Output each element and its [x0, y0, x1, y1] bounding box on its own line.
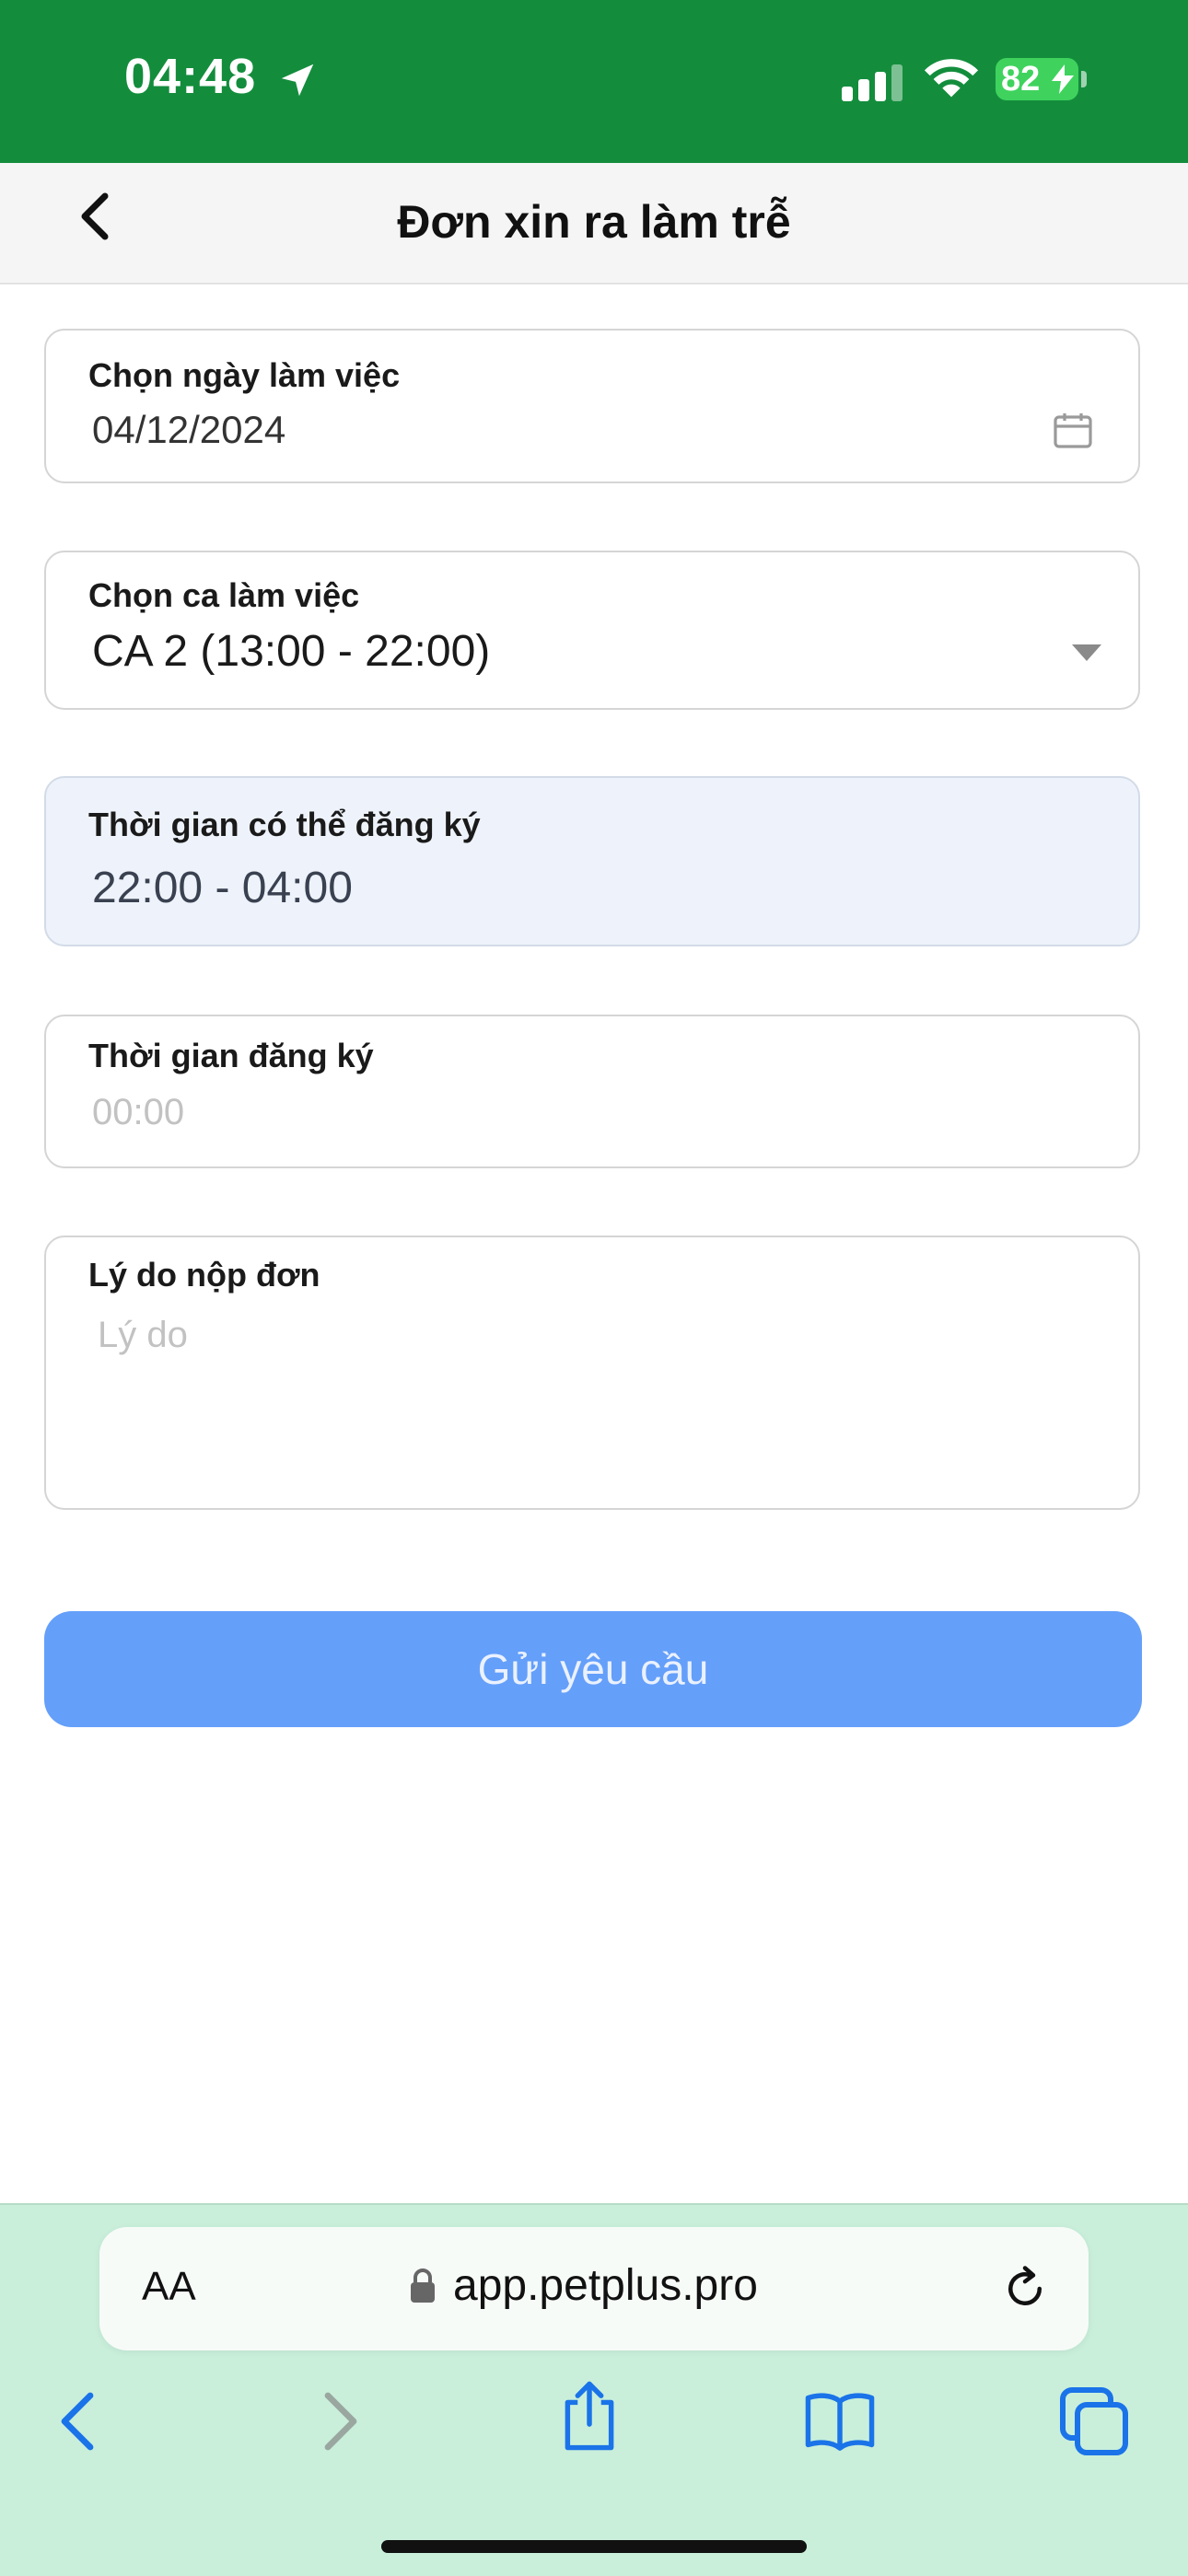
- available-time-field: Thời gian có thể đăng ký 22:00 - 04:00: [44, 776, 1140, 946]
- available-time-value: 22:00 - 04:00: [92, 864, 353, 912]
- browser-back-icon[interactable]: [42, 2385, 116, 2458]
- text-size-button[interactable]: AA: [142, 2264, 196, 2310]
- location-arrow-icon: [281, 64, 314, 97]
- submit-request-button[interactable]: Gửi yêu cầu: [44, 1611, 1142, 1727]
- register-time-label: Thời gian đăng ký: [88, 1037, 374, 1074]
- available-time-label: Thời gian có thể đăng ký: [88, 806, 481, 843]
- reload-icon[interactable]: [1000, 2264, 1050, 2314]
- calendar-icon[interactable]: [1054, 412, 1092, 448]
- status-time: 04:48: [124, 49, 257, 104]
- tabs-icon[interactable]: [1057, 2385, 1131, 2458]
- register-time-input[interactable]: 00:00: [92, 1092, 184, 1133]
- work-date-value[interactable]: 04/12/2024: [92, 408, 285, 452]
- charging-bolt-icon: [1052, 64, 1074, 94]
- shift-value[interactable]: CA 2 (13:00 - 22:00): [92, 626, 490, 677]
- battery-level: 82: [1001, 60, 1041, 99]
- page-header: Đơn xin ra làm trễ: [0, 163, 1188, 284]
- shift-select[interactable]: Chọn ca làm việc CA 2 (13:00 - 22:00): [44, 551, 1140, 710]
- share-icon[interactable]: [553, 2379, 626, 2453]
- url-text[interactable]: app.petplus.pro: [453, 2260, 758, 2311]
- browser-forward-icon[interactable]: [302, 2385, 376, 2458]
- reason-label: Lý do nộp đơn: [88, 1256, 320, 1294]
- shift-label: Chọn ca làm việc: [88, 576, 360, 614]
- wifi-icon: [924, 59, 979, 98]
- bookmarks-icon[interactable]: [803, 2385, 877, 2458]
- page-title: Đơn xin ra làm trễ: [397, 196, 791, 248]
- status-bar: 04:48 82: [0, 0, 1188, 163]
- lock-icon: [411, 2269, 435, 2303]
- battery-tip: [1081, 71, 1087, 87]
- reason-textarea[interactable]: Lý do: [98, 1315, 188, 1356]
- register-time-field[interactable]: Thời gian đăng ký 00:00: [44, 1015, 1140, 1168]
- cellular-signal-icon: [842, 64, 903, 101]
- work-date-field[interactable]: Chọn ngày làm việc 04/12/2024: [44, 329, 1140, 483]
- work-date-label: Chọn ngày làm việc: [88, 356, 401, 394]
- address-bar[interactable]: AA app.petplus.pro: [99, 2227, 1089, 2350]
- reason-field[interactable]: Lý do nộp đơn Lý do: [44, 1236, 1140, 1510]
- home-indicator: [381, 2540, 807, 2553]
- dropdown-caret-icon[interactable]: [1072, 644, 1101, 661]
